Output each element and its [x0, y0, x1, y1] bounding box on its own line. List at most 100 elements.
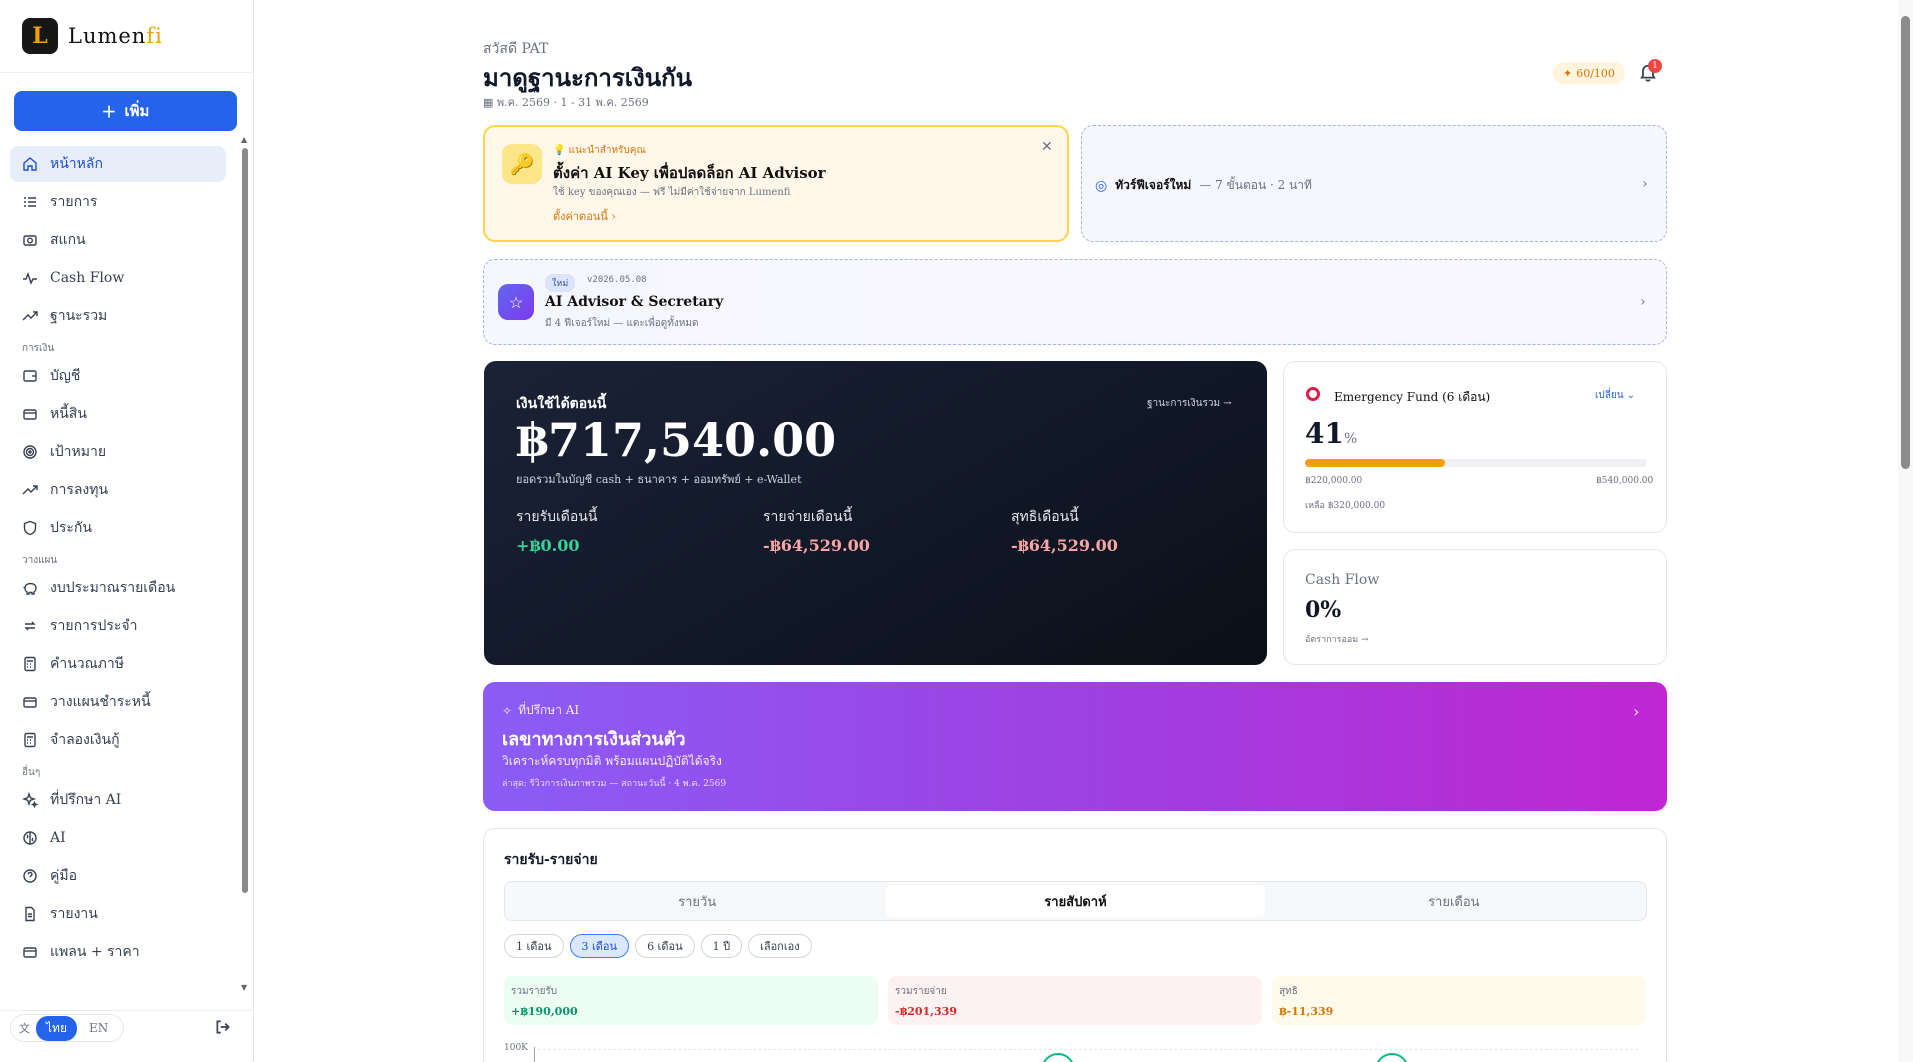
percent-value: 41: [1305, 417, 1344, 450]
range-3m[interactable]: 3 เดือน: [569, 934, 630, 958]
main-scrollbar[interactable]: [1901, 16, 1910, 469]
ai-advisor-banner[interactable]: ✧ ที่ปรึกษา AI เลขาทางการเงินส่วนตัว วิเค…: [483, 682, 1667, 811]
sidebar-item-insurance[interactable]: ประกัน: [10, 510, 226, 546]
ai-key-card[interactable]: 🔑 💡 แนะนำสำหรับคุณ ตั้งค่า AI Key เพื่อป…: [483, 125, 1069, 242]
credit-card-icon: [23, 697, 37, 708]
sidebar-item-label: วางแผนชำระหนี้: [50, 694, 151, 710]
tab-daily[interactable]: รายวัน: [508, 885, 886, 917]
chevron-right-icon: ›: [1642, 176, 1648, 192]
range-1y[interactable]: 1 ปี: [700, 934, 743, 958]
sidebar-item-label: รายการ: [50, 194, 98, 210]
new-badge: ใหม่: [545, 274, 576, 292]
greeting: สวัสดี PAT: [483, 41, 549, 57]
sidebar-item-label: คู่มือ: [50, 868, 78, 884]
sidebar-item-label: Cash Flow: [50, 270, 125, 286]
balance-amount: ฿717,540.00: [516, 413, 837, 467]
sidebar-item-loan-sim[interactable]: จำลองเงินกู้: [10, 722, 226, 758]
sidebar-item-cashflow[interactable]: Cash Flow: [10, 260, 226, 296]
sidebar-item-networth[interactable]: ฐานะรวม: [10, 298, 226, 334]
section-plan: วางแผน: [22, 555, 58, 566]
total-income-box: รวมรายรับ +฿190,000: [504, 976, 878, 1025]
income-expense-title: รายรับ-รายจ่าย: [504, 852, 598, 868]
trend-icon: [22, 311, 38, 321]
range-1m[interactable]: 1 เดือน: [504, 934, 564, 958]
available-balance-card[interactable]: เงินใช้ได้ตอนนี้ ฐานะการเงินรวม → ฿717,5…: [484, 361, 1267, 665]
chevron-right-icon: ›: [1633, 702, 1640, 721]
total-income-value: +฿190,000: [511, 1005, 578, 1018]
compass-icon: ◎: [1095, 177, 1108, 194]
pulse-icon: [23, 271, 37, 285]
savings-rate-link[interactable]: อัตราการออม →: [1305, 632, 1369, 646]
sidebar-item-recurring[interactable]: รายการประจำ: [10, 608, 226, 644]
whats-new-title: AI Advisor & Secretary: [545, 294, 724, 310]
home-icon: [23, 157, 37, 171]
net-worth-link[interactable]: ฐานะการเงินรวม →: [1147, 396, 1232, 411]
total-expense-box: รวมรายจ่าย -฿201,339: [888, 976, 1262, 1025]
income-expense-card: รายรับ-รายจ่าย รายวัน รายสัปดาห์ รายเดือ…: [483, 828, 1667, 1062]
lang-en[interactable]: EN: [83, 1018, 114, 1038]
sidebar-item-label: คำนวณภาษี: [50, 656, 124, 672]
sidebar-item-reports[interactable]: รายงาน: [10, 896, 226, 932]
sidebar-item-label: ประกัน: [50, 520, 92, 536]
sidebar-item-ai-advisor[interactable]: ที่ปรึกษา AI: [10, 782, 226, 818]
piggy-bank-icon: [23, 582, 37, 595]
sidebar-item-goals[interactable]: เป้าหมาย: [10, 434, 226, 470]
sidebar-item-label: หน้าหลัก: [50, 156, 103, 172]
sparkle-icon: ✦: [1563, 66, 1573, 80]
chart-point: [1375, 1053, 1409, 1062]
feature-tour-card[interactable]: ◎ ทัวร์ฟีเจอร์ใหม่ — 7 ขั้นตอน · 2 นาที …: [1081, 125, 1667, 242]
sidebar-scrollbar[interactable]: [242, 148, 248, 893]
emergency-fund-card[interactable]: Emergency Fund (6 เดือน) เปลี่ยน ⌄ 41% ฿…: [1283, 361, 1667, 533]
camera-icon: [23, 235, 37, 246]
brand[interactable]: L Lumenfi: [0, 0, 253, 73]
progress-fill: [1305, 459, 1446, 467]
brand-name-main: Lumen: [68, 24, 147, 48]
period-tabs: รายวัน รายสัปดาห์ รายเดือน: [504, 881, 1647, 921]
sidebar-item-transactions[interactable]: รายการ: [10, 184, 226, 220]
chart-point: [1041, 1053, 1075, 1062]
sidebar-item-scan[interactable]: สแกน: [10, 222, 226, 258]
setup-now-link[interactable]: ตั้งค่าตอนนี้ ›: [553, 207, 616, 225]
tab-weekly[interactable]: รายสัปดาห์: [886, 885, 1265, 917]
sidebar-item-label: บัญชี: [50, 368, 81, 384]
sidebar-item-debts[interactable]: หนี้สิน: [10, 396, 226, 432]
target-icon: [23, 445, 37, 459]
sidebar-item-tax[interactable]: คำนวณภาษี: [10, 646, 226, 682]
language-switch[interactable]: 文 ไทย EN: [10, 1014, 124, 1042]
logout-icon[interactable]: [214, 1018, 232, 1036]
sidebar-item-label: รายงาน: [50, 906, 98, 922]
whats-new-desc: มี 4 ฟีเจอร์ใหม่ — แตะเพื่อดูทั้งหมด: [545, 318, 699, 329]
calculator-icon: [24, 656, 36, 672]
fund-remaining: เหลือ ฿320,000.00: [1305, 501, 1386, 511]
sidebar-item-guide[interactable]: คู่มือ: [10, 858, 226, 894]
lang-thai[interactable]: ไทย: [36, 1015, 77, 1041]
sidebar-scroll-down[interactable]: ▼: [241, 983, 247, 992]
range-6m[interactable]: 6 เดือน: [635, 934, 695, 958]
emergency-fund-title: Emergency Fund (6 เดือน): [1334, 390, 1491, 404]
recommend-kicker-text: แนะนำสำหรับคุณ: [568, 145, 646, 156]
recommend-kicker: 💡 แนะนำสำหรับคุณ: [553, 143, 646, 158]
sidebar-scroll-up[interactable]: ▲: [241, 135, 247, 144]
add-button[interactable]: ＋ เพิ่ม: [14, 91, 237, 131]
tab-monthly[interactable]: รายเดือน: [1265, 885, 1643, 917]
sidebar-item-home[interactable]: หน้าหลัก: [10, 146, 226, 182]
whats-new-card[interactable]: ☆ ใหม่ v2026.05.08 AI Advisor & Secretar…: [483, 259, 1667, 345]
expense-label: รายจ่ายเดือนนี้: [763, 509, 853, 525]
net-box: สุทธิ ฿-11,339: [1272, 976, 1646, 1025]
cash-flow-card[interactable]: Cash Flow 0% อัตราการออม →: [1283, 549, 1667, 665]
change-period-select[interactable]: เปลี่ยน ⌄: [1595, 388, 1635, 403]
health-score-badge[interactable]: ✦ 60/100: [1553, 62, 1625, 84]
version-label: v2026.05.08: [587, 275, 647, 285]
sidebar-item-ai[interactable]: AI: [10, 820, 226, 856]
close-icon[interactable]: ✕: [1041, 139, 1053, 155]
sidebar-item-accounts[interactable]: บัญชี: [10, 358, 226, 394]
ai-key-desc: ใช้ key ของคุณเอง — ฟรี ไม่มีค่าใช้จ่ายจ…: [553, 187, 791, 198]
tour-title: ทัวร์ฟีเจอร์ใหม่: [1115, 178, 1192, 192]
sidebar-item-budget[interactable]: งบประมาณรายเดือน: [10, 570, 226, 606]
add-button-label: เพิ่ม: [124, 102, 150, 120]
sidebar-item-debt-plan[interactable]: วางแผนชำระหนี้: [10, 684, 226, 720]
sidebar-item-investments[interactable]: การลงทุน: [10, 472, 226, 508]
range-custom[interactable]: เลือกเอง: [748, 934, 812, 958]
sparkles-icon: [22, 792, 38, 808]
sidebar-item-plans[interactable]: แพลน + ราคา: [10, 934, 226, 970]
